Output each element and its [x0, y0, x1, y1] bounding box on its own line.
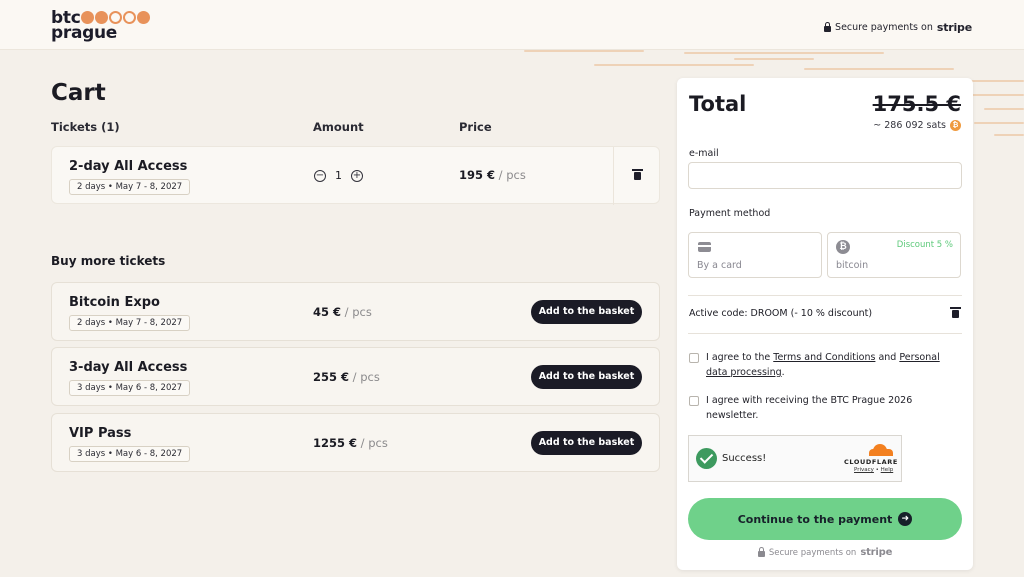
ticket-date-badge: 2 days • May 7 - 8, 2027 [69, 179, 191, 195]
ticket-price: 195 € / pcs [459, 168, 526, 182]
ticket-name: 2-day All Access [69, 159, 188, 174]
active-discount-code: Active code: DROOM (- 10 % discount) [689, 308, 873, 319]
lock-icon [757, 547, 765, 557]
plus-icon[interactable]: + [351, 169, 363, 182]
price-unit: / pcs [498, 168, 526, 182]
add-to-basket-button[interactable]: Add to the basket [531, 431, 642, 455]
ticket-date-badge: 3 days • May 6 - 8, 2027 [69, 380, 191, 396]
bitcoin-icon: ₿ [950, 120, 961, 131]
credit-card-icon [698, 242, 711, 252]
quantity-stepper: − 1 + [314, 169, 363, 182]
price-value: 1255 € [313, 436, 358, 450]
ticket-date-badge: 2 days • May 7 - 8, 2027 [69, 315, 191, 331]
cloudflare-wordmark: CLOUDFLARE [844, 458, 898, 466]
captcha-separator: • [873, 467, 881, 473]
stripe-logo: stripe [860, 547, 893, 558]
lock-icon [824, 22, 832, 32]
divider [688, 295, 962, 296]
captcha-status: Success! [722, 453, 767, 464]
captcha-widget[interactable]: Success! CLOUDFLARE Privacy • Help [688, 435, 902, 482]
terms-suffix: . [781, 367, 785, 378]
ticket-offer: VIP Pass 3 days • May 6 - 8, 2027 1255 €… [51, 413, 660, 472]
top-bar: btc prague Secure payments on stripe [0, 0, 1024, 50]
pay-by-card-option[interactable]: By a card [688, 232, 822, 278]
remove-item-button[interactable] [613, 147, 661, 205]
total-price: 175.5 € [872, 92, 961, 116]
terms-link[interactable]: Terms and Conditions [773, 352, 875, 363]
arrow-right-icon: ➜ [898, 512, 913, 526]
price-value: 195 € [459, 168, 496, 182]
buy-more-title: Buy more tickets [51, 254, 166, 268]
secure-text: Secure payments on [768, 547, 857, 558]
trash-icon [632, 169, 643, 180]
check-icon [696, 448, 717, 469]
cloudflare-logo-icon [869, 444, 893, 456]
terms-and: and [875, 352, 900, 363]
logo-text-line2: prague [51, 23, 118, 43]
continue-label: Continue to the payment [737, 512, 893, 526]
ticket-offer: 3-day All Access 3 days • May 6 - 8, 202… [51, 347, 660, 406]
price-column-header: Price [459, 120, 492, 134]
btc-prague-logo[interactable]: btc prague [51, 8, 150, 43]
sats-amount: ~ 286 092 sats ₿ [873, 120, 961, 131]
secure-payments-badge: Secure payments on stripe [824, 21, 972, 34]
bitcoin-icon: ₿ [836, 240, 850, 254]
price-unit: / pcs [360, 436, 388, 450]
payment-method-label: Payment method [689, 208, 771, 219]
cart-item: 2-day All Access 2 days • May 7 - 8, 202… [51, 146, 661, 205]
ticket-name: VIP Pass [69, 426, 132, 441]
price-unit: / pcs [344, 305, 372, 319]
price-value: 45 € [313, 305, 342, 319]
tickets-column-header: Tickets (1) [51, 120, 120, 134]
stripe-logo: stripe [936, 21, 972, 34]
help-link[interactable]: Help [881, 467, 894, 473]
privacy-link[interactable]: Privacy [854, 467, 874, 473]
remove-code-trash-icon[interactable] [950, 307, 961, 318]
total-label: Total [689, 92, 747, 116]
pay-by-bitcoin-option[interactable]: ₿ Discount 5 % bitcoin [827, 232, 961, 278]
add-to-basket-button[interactable]: Add to the basket [531, 365, 642, 389]
ticket-price: 1255 € / pcs [313, 436, 388, 450]
ticket-price: 45 € / pcs [313, 305, 372, 319]
newsletter-agreement-text: I agree with receiving the BTC Prague 20… [706, 395, 913, 421]
ticket-price: 255 € / pcs [313, 370, 380, 384]
captcha-links: Privacy • Help [854, 467, 893, 473]
add-to-basket-button[interactable]: Add to the basket [531, 300, 642, 324]
terms-agreement-text: I agree to the Terms and Conditions and … [706, 350, 962, 380]
terms-checkbox[interactable] [689, 353, 699, 363]
email-field[interactable] [688, 162, 962, 189]
minus-icon[interactable]: − [314, 169, 326, 182]
cart-title: Cart [51, 80, 106, 106]
secure-payments-footer: Secure payments on stripe [677, 547, 973, 558]
divider [688, 333, 962, 334]
pay-btc-label: bitcoin [836, 260, 869, 271]
ticket-offer: Bitcoin Expo 2 days • May 7 - 8, 2027 45… [51, 282, 660, 341]
terms-prefix: I agree to the [706, 352, 774, 363]
newsletter-checkbox[interactable] [689, 396, 699, 406]
ticket-date-badge: 3 days • May 6 - 8, 2027 [69, 446, 191, 462]
email-label: e-mail [689, 148, 719, 159]
sats-text: ~ 286 092 sats [873, 120, 946, 131]
secure-text: Secure payments on [835, 22, 933, 33]
price-value: 255 € [313, 370, 350, 384]
bitcoin-discount-label: Discount 5 % [896, 240, 953, 250]
ticket-name: 3-day All Access [69, 360, 188, 375]
quantity-value: 1 [335, 169, 342, 182]
ticket-name: Bitcoin Expo [69, 295, 160, 310]
continue-to-payment-button[interactable]: Continue to the payment ➜ [688, 498, 962, 540]
amount-column-header: Amount [313, 120, 364, 134]
price-unit: / pcs [352, 370, 380, 384]
checkout-panel: Total 175.5 € ~ 286 092 sats ₿ e-mail Pa… [677, 78, 973, 570]
pay-card-label: By a card [697, 260, 742, 271]
